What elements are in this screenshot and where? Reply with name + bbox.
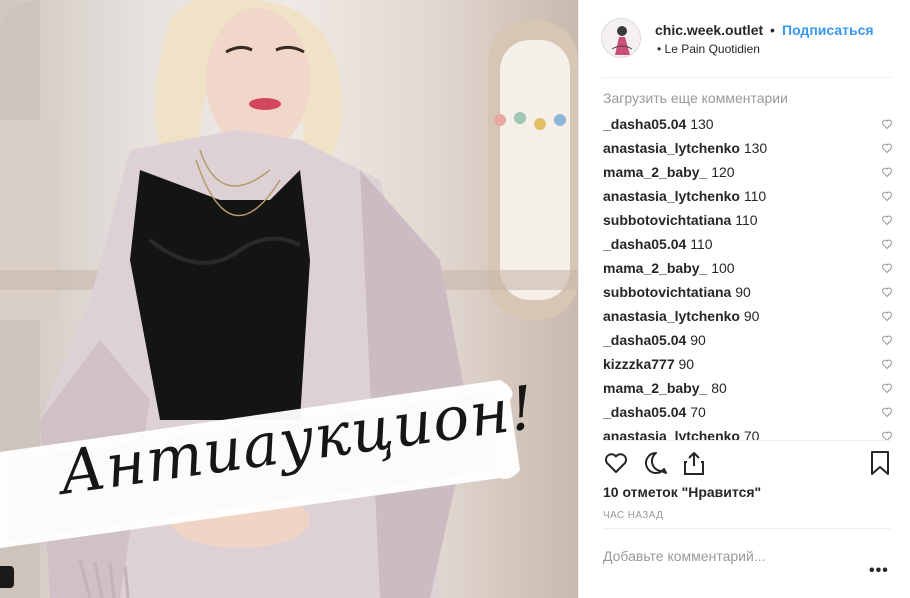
divider — [603, 528, 891, 529]
heart-icon[interactable] — [881, 238, 893, 250]
comment-item: anastasia_lytchenko 70 — [603, 426, 893, 440]
comment-username[interactable]: _dasha05.04 — [603, 332, 686, 348]
comment-username[interactable]: subbotovichtatiana — [603, 212, 731, 228]
comment-text: 130 — [743, 140, 768, 156]
likes-count[interactable]: 10 отметок "Нравится" — [603, 484, 761, 500]
divider — [603, 440, 891, 441]
comment-username[interactable]: mama_2_baby_ — [603, 380, 707, 396]
avatar[interactable] — [601, 18, 641, 58]
comment-item: subbotovichtatiana 90 — [603, 282, 893, 306]
comment-text: 130 — [690, 116, 714, 132]
post-header: chic.week.outlet • Подписаться • Le Pain… — [601, 14, 891, 78]
comment-item: anastasia_lytchenko 130 — [603, 138, 893, 162]
comment-item: mama_2_baby_ 80 — [603, 378, 893, 402]
follow-button[interactable]: Подписаться — [782, 22, 874, 38]
user-tag-icon[interactable] — [0, 566, 14, 588]
photo-illustration — [0, 0, 578, 598]
comment-username[interactable]: mama_2_baby_ — [603, 164, 707, 180]
comment-item: mama_2_baby_ 100 — [603, 258, 893, 282]
comment-text: 90 — [678, 356, 695, 372]
comment-text: 110 — [690, 236, 713, 252]
bookmark-icon[interactable] — [867, 450, 893, 476]
comment-text: 90 — [690, 332, 706, 348]
comment-text: 70 — [743, 428, 760, 440]
heart-icon[interactable] — [881, 166, 893, 178]
more-options-button[interactable]: ••• — [869, 562, 889, 580]
add-comment-input[interactable]: Добавьте комментарий... — [603, 548, 765, 564]
comment-username[interactable]: mama_2_baby_ — [603, 260, 707, 276]
comment-icon[interactable] — [643, 450, 669, 476]
heart-icon[interactable] — [881, 382, 893, 394]
comment-item: kizzzka777 90 — [603, 354, 893, 378]
comment-item: mama_2_baby_ 120 — [603, 162, 893, 186]
heart-icon[interactable] — [881, 430, 893, 440]
comment-item: subbotovichtatiana 110 — [603, 210, 893, 234]
comment-text: 90 — [735, 284, 751, 300]
comment-text: 110 — [735, 212, 758, 228]
comment-item: anastasia_lytchenko 90 — [603, 306, 893, 330]
comments-list[interactable]: _dasha05.04 130 anastasia_lytchenko 130 … — [603, 114, 893, 440]
heart-icon[interactable] — [881, 310, 893, 322]
comment-text: 90 — [743, 308, 760, 324]
comment-text: 120 — [711, 164, 735, 180]
heart-icon[interactable] — [881, 118, 893, 130]
heart-icon[interactable] — [881, 190, 893, 202]
comment-username[interactable]: anastasia_lytchenko — [603, 428, 740, 440]
heart-icon[interactable] — [881, 406, 893, 418]
instagram-post: Антиаукцион! chic.week.outlet • Подписат… — [0, 0, 910, 598]
username-link[interactable]: chic.week.outlet — [655, 22, 763, 38]
like-heart-icon[interactable] — [603, 450, 629, 476]
comment-text: 70 — [690, 404, 706, 420]
comment-item: _dasha05.04 90 — [603, 330, 893, 354]
post-photo[interactable]: Антиаукцион! — [0, 0, 578, 598]
avatar-illustration-icon — [602, 19, 640, 57]
heart-icon[interactable] — [881, 142, 893, 154]
post-timestamp[interactable]: ЧАС НАЗАД — [603, 510, 663, 521]
comment-item: _dasha05.04 130 — [603, 114, 893, 138]
comment-username[interactable]: anastasia_lytchenko — [603, 308, 740, 324]
heart-icon[interactable] — [881, 334, 893, 346]
heart-icon[interactable] — [881, 262, 893, 274]
heart-icon[interactable] — [881, 286, 893, 298]
comment-item: _dasha05.04 110 — [603, 234, 893, 258]
comment-username[interactable]: anastasia_lytchenko — [603, 140, 740, 156]
action-bar — [603, 450, 893, 478]
comment-text: 110 — [743, 188, 767, 204]
comment-username[interactable]: _dasha05.04 — [603, 236, 686, 252]
post-sidebar: chic.week.outlet • Подписаться • Le Pain… — [578, 0, 910, 598]
comment-username[interactable]: subbotovichtatiana — [603, 284, 731, 300]
comment-username[interactable]: _dasha05.04 — [603, 116, 686, 132]
location-link[interactable]: • Le Pain Quotidien — [657, 42, 760, 56]
heart-icon[interactable] — [881, 358, 893, 370]
share-icon[interactable] — [681, 450, 707, 476]
comment-username[interactable]: anastasia_lytchenko — [603, 188, 740, 204]
comment-username[interactable]: _dasha05.04 — [603, 404, 686, 420]
comment-text: 80 — [711, 380, 727, 396]
comment-username[interactable]: kizzzka777 — [603, 356, 675, 372]
comment-item: _dasha05.04 70 — [603, 402, 893, 426]
comment-item: anastasia_lytchenko 110 — [603, 186, 893, 210]
heart-icon[interactable] — [881, 214, 893, 226]
header-separator: • — [770, 22, 775, 38]
load-more-comments-button[interactable]: Загрузить еще комментарии — [603, 90, 788, 106]
comment-text: 100 — [711, 260, 735, 276]
